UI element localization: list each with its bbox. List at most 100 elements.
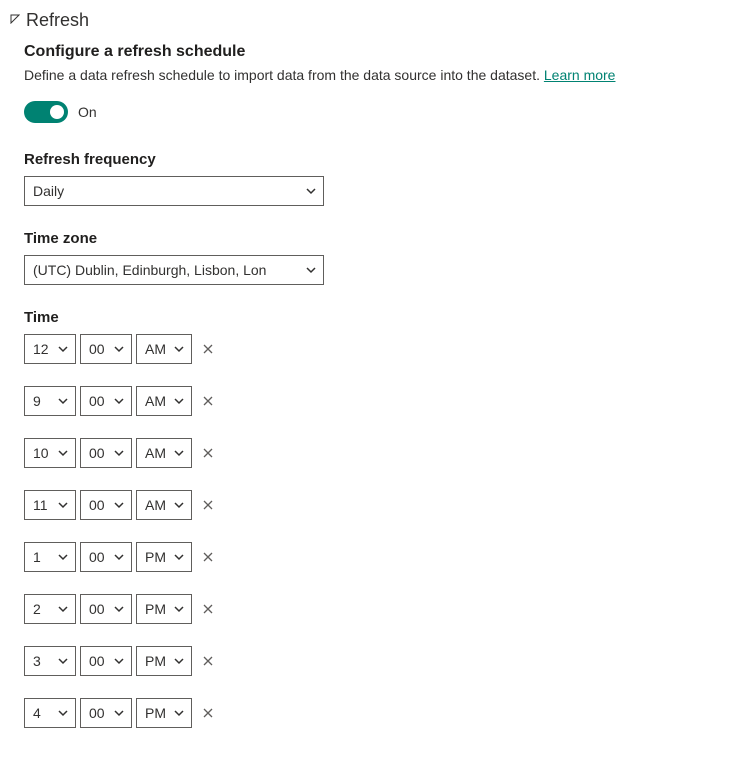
section-title: Refresh	[26, 10, 89, 31]
remove-time-button[interactable]	[200, 653, 216, 669]
ampm-value: AM	[145, 445, 173, 461]
remove-time-button[interactable]	[200, 393, 216, 409]
ampm-select[interactable]: AM	[136, 490, 192, 520]
chevron-down-icon	[113, 343, 125, 355]
ampm-select[interactable]: PM	[136, 698, 192, 728]
chevron-down-icon	[113, 499, 125, 511]
frequency-value: Daily	[33, 183, 305, 199]
remove-time-button[interactable]	[200, 705, 216, 721]
time-row: 4 00 PM	[24, 698, 744, 728]
ampm-value: PM	[145, 653, 173, 669]
chevron-down-icon	[57, 603, 69, 615]
minute-value: 00	[89, 549, 113, 565]
minute-select[interactable]: 00	[80, 490, 132, 520]
chevron-down-icon	[57, 395, 69, 407]
minute-value: 00	[89, 341, 113, 357]
ampm-select[interactable]: AM	[136, 438, 192, 468]
chevron-down-icon	[173, 603, 185, 615]
chevron-down-icon	[173, 343, 185, 355]
close-icon	[202, 499, 214, 511]
minute-select[interactable]: 00	[80, 594, 132, 624]
learn-more-link[interactable]: Learn more	[544, 67, 616, 83]
ampm-select[interactable]: PM	[136, 542, 192, 572]
time-row: 12 00 AM	[24, 334, 744, 364]
refresh-toggle[interactable]	[24, 101, 68, 123]
ampm-select[interactable]: AM	[136, 334, 192, 364]
chevron-down-icon	[57, 551, 69, 563]
minute-select[interactable]: 00	[80, 438, 132, 468]
hour-value: 12	[33, 341, 57, 357]
time-row: 2 00 PM	[24, 594, 744, 624]
chevron-down-icon	[173, 707, 185, 719]
minute-select[interactable]: 00	[80, 334, 132, 364]
frequency-select[interactable]: Daily	[24, 176, 324, 206]
remove-time-button[interactable]	[200, 601, 216, 617]
ampm-select[interactable]: PM	[136, 594, 192, 624]
hour-select[interactable]: 9	[24, 386, 76, 416]
hour-select[interactable]: 3	[24, 646, 76, 676]
chevron-down-icon	[57, 499, 69, 511]
chevron-down-icon	[113, 655, 125, 667]
chevron-down-icon	[57, 343, 69, 355]
close-icon	[202, 395, 214, 407]
close-icon	[202, 707, 214, 719]
toggle-label: On	[78, 104, 97, 120]
minute-select[interactable]: 00	[80, 542, 132, 572]
remove-time-button[interactable]	[200, 497, 216, 513]
chevron-down-icon	[173, 447, 185, 459]
chevron-down-icon	[113, 707, 125, 719]
chevron-down-icon	[173, 499, 185, 511]
remove-time-button[interactable]	[200, 341, 216, 357]
chevron-down-icon	[113, 447, 125, 459]
time-row: 1 00 PM	[24, 542, 744, 572]
chevron-down-icon	[305, 185, 317, 197]
hour-select[interactable]: 12	[24, 334, 76, 364]
section-header[interactable]: Refresh	[10, 10, 744, 31]
minute-value: 00	[89, 653, 113, 669]
hour-select[interactable]: 1	[24, 542, 76, 572]
hour-value: 2	[33, 601, 57, 617]
minute-select[interactable]: 00	[80, 698, 132, 728]
close-icon	[202, 343, 214, 355]
chevron-down-icon	[113, 603, 125, 615]
ampm-value: AM	[145, 497, 173, 513]
toggle-knob	[50, 105, 64, 119]
minute-select[interactable]: 00	[80, 386, 132, 416]
hour-select[interactable]: 4	[24, 698, 76, 728]
close-icon	[202, 447, 214, 459]
close-icon	[202, 655, 214, 667]
minute-value: 00	[89, 445, 113, 461]
ampm-select[interactable]: PM	[136, 646, 192, 676]
close-icon	[202, 551, 214, 563]
chevron-down-icon	[113, 551, 125, 563]
chevron-down-icon	[173, 655, 185, 667]
remove-time-button[interactable]	[200, 445, 216, 461]
ampm-select[interactable]: AM	[136, 386, 192, 416]
hour-value: 4	[33, 705, 57, 721]
ampm-value: PM	[145, 549, 173, 565]
chevron-down-icon	[57, 707, 69, 719]
timezone-select[interactable]: (UTC) Dublin, Edinburgh, Lisbon, Lon	[24, 255, 324, 285]
chevron-down-icon	[57, 447, 69, 459]
ampm-value: PM	[145, 705, 173, 721]
chevron-down-icon	[305, 264, 317, 276]
hour-select[interactable]: 10	[24, 438, 76, 468]
remove-time-button[interactable]	[200, 549, 216, 565]
section-subtitle: Configure a refresh schedule	[24, 43, 744, 61]
chevron-down-icon	[173, 551, 185, 563]
time-row: 9 00 AM	[24, 386, 744, 416]
close-icon	[202, 603, 214, 615]
section-description: Define a data refresh schedule to import…	[24, 67, 744, 83]
hour-select[interactable]: 2	[24, 594, 76, 624]
hour-value: 9	[33, 393, 57, 409]
hour-value: 11	[33, 497, 57, 513]
hour-select[interactable]: 11	[24, 490, 76, 520]
frequency-label: Refresh frequency	[24, 151, 744, 168]
time-row: 10 00 AM	[24, 438, 744, 468]
minute-value: 00	[89, 601, 113, 617]
ampm-value: AM	[145, 393, 173, 409]
time-row: 3 00 PM	[24, 646, 744, 676]
timezone-label: Time zone	[24, 230, 744, 247]
minute-select[interactable]: 00	[80, 646, 132, 676]
hour-value: 1	[33, 549, 57, 565]
